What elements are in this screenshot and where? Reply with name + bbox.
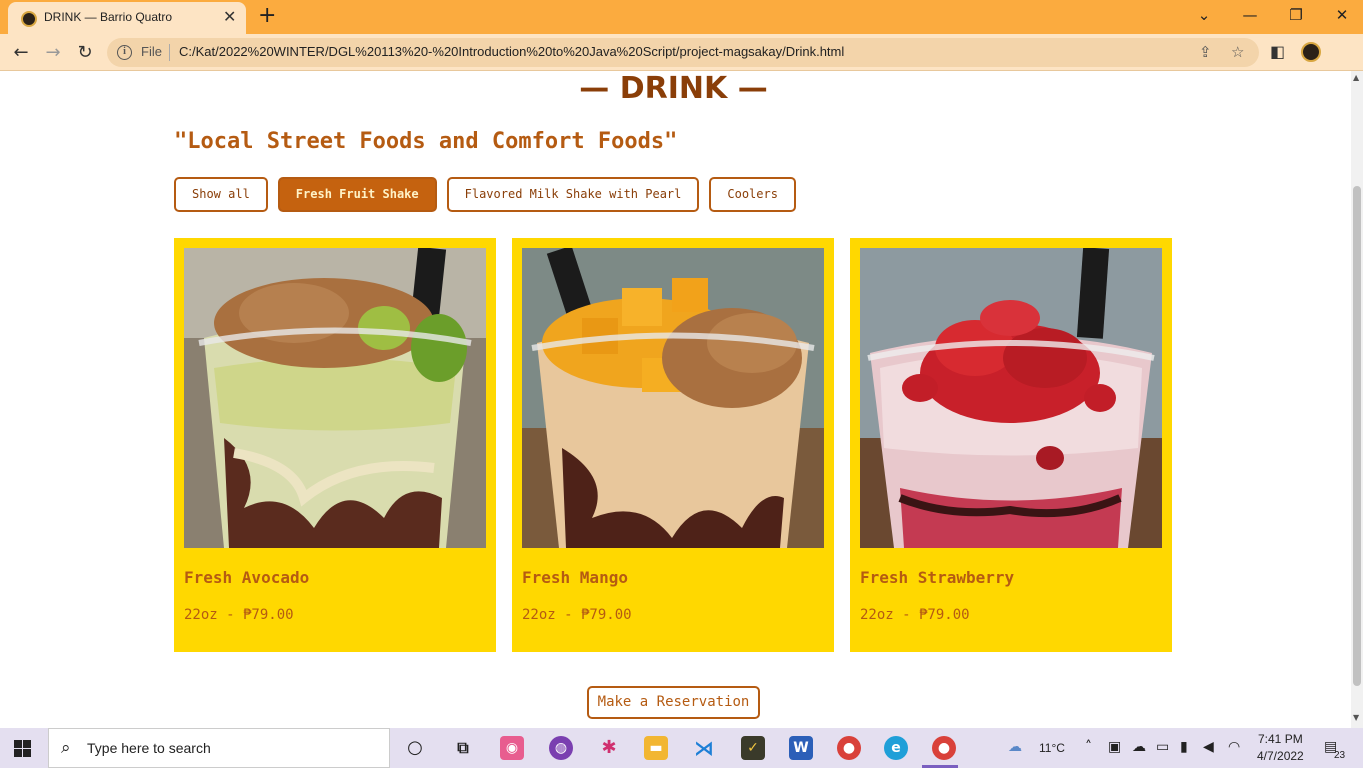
wifi-icon[interactable]: ◠ <box>1228 739 1240 755</box>
filter-fresh-fruit-shake-button[interactable]: Fresh Fruit Shake <box>277 177 437 212</box>
reload-icon[interactable]: ↻ <box>72 40 98 66</box>
weather-temperature[interactable]: 11°C <box>1039 741 1065 755</box>
todo-app-icon[interactable]: ✓ <box>741 736 765 760</box>
scroll-down-icon[interactable]: ▼ <box>1353 713 1359 722</box>
meet-icon[interactable]: ▣ <box>1108 739 1121 755</box>
minimize-button[interactable]: — <box>1230 4 1270 28</box>
file-label: File <box>141 44 162 59</box>
product-price: 22oz - ₱79.00 <box>184 607 294 623</box>
task-view-icon[interactable]: ⧉ <box>451 736 475 760</box>
vscode-icon[interactable]: ⋊ <box>692 736 716 760</box>
tab-title: DRINK — Barrio Quatro <box>44 10 173 24</box>
tab-strip: DRINK — Barrio Quatro ✕ + ⌄ — ❐ ✕ <box>0 0 1363 34</box>
search-icon: ⌕ <box>61 738 71 758</box>
filter-flavored-milk-shake-button[interactable]: Flavored Milk Shake with Pearl <box>446 177 700 212</box>
clock-date[interactable]: 4/7/2022 <box>1257 749 1304 763</box>
github-desktop-icon[interactable]: ◍ <box>549 736 573 760</box>
make-reservation-button[interactable]: Make a Reservation <box>587 686 760 719</box>
notification-count: 23 <box>1334 750 1346 761</box>
address-bar[interactable]: i File C:/Kat/2022%20WINTER/DGL%20113%20… <box>107 38 1259 67</box>
scroll-thumb[interactable] <box>1353 186 1361 686</box>
word-icon[interactable]: W <box>789 736 813 760</box>
product-name: Fresh Avocado <box>184 568 310 587</box>
product-card[interactable]: Fresh Mango 22oz - ₱79.00 <box>512 238 834 652</box>
mango-shake-image <box>522 248 824 548</box>
product-name: Fresh Mango <box>522 568 628 587</box>
display-icon[interactable]: ▭ <box>1156 739 1169 755</box>
tagline: "Local Street Foods and Comfort Foods" <box>174 129 678 154</box>
volume-icon[interactable]: ◀ <box>1203 739 1214 755</box>
product-grid: Fresh Avocado 22oz - ₱79.00 Fresh Mango … <box>174 238 1172 652</box>
browser-tab[interactable]: DRINK — Barrio Quatro ✕ <box>8 2 246 34</box>
photos-app-icon[interactable]: ◉ <box>500 736 524 760</box>
star-icon[interactable]: ☆ <box>1231 43 1244 61</box>
url-text[interactable]: C:/Kat/2022%20WINTER/DGL%20113%20-%20Int… <box>179 44 844 59</box>
windows-taskbar: ⌕ Type here to search ○ ⧉ ◉ ◍ ✱ ▬ ⋊ ✓ W … <box>0 728 1363 768</box>
product-price: 22oz - ₱79.00 <box>522 607 632 623</box>
page-title: — DRINK — <box>579 71 768 106</box>
filter-bar: Show all Fresh Fruit Shake Flavored Milk… <box>174 177 796 212</box>
chrome-active-icon[interactable]: ● <box>932 736 956 760</box>
taskbar-search-input[interactable]: ⌕ Type here to search <box>48 728 390 768</box>
forward-icon[interactable]: → <box>40 40 66 66</box>
onedrive-icon[interactable]: ☁ <box>1132 739 1146 755</box>
new-tab-button[interactable]: + <box>258 4 276 28</box>
page-scrollbar[interactable]: ▲ ▼ <box>1351 71 1363 728</box>
filter-show-all-button[interactable]: Show all <box>174 177 268 212</box>
close-window-button[interactable]: ✕ <box>1322 4 1362 28</box>
slack-icon[interactable]: ✱ <box>597 736 621 760</box>
chevron-up-icon[interactable]: ˄ <box>1085 739 1092 755</box>
windows-start-icon[interactable] <box>14 740 31 757</box>
browser-toolbar: ← → ↻ i File C:/Kat/2022%20WINTER/DGL%20… <box>0 34 1363 71</box>
scroll-up-icon[interactable]: ▲ <box>1353 73 1359 82</box>
clock-time[interactable]: 7:41 PM <box>1258 732 1303 746</box>
weather-cloud-icon[interactable]: ☁ <box>1008 739 1022 755</box>
share-icon[interactable]: ⇪ <box>1199 43 1212 61</box>
side-panel-icon[interactable]: ◧ <box>1270 42 1285 62</box>
profile-avatar[interactable] <box>1301 42 1321 62</box>
back-icon[interactable]: ← <box>8 40 34 66</box>
product-card[interactable]: Fresh Strawberry 22oz - ₱79.00 <box>850 238 1172 652</box>
avocado-shake-image <box>184 248 486 548</box>
chrome-icon[interactable]: ● <box>837 736 861 760</box>
page-viewport: — DRINK — "Local Street Foods and Comfor… <box>0 71 1351 728</box>
battery-icon[interactable]: ▮ <box>1180 739 1188 755</box>
filter-coolers-button[interactable]: Coolers <box>709 177 796 212</box>
site-favicon-icon <box>21 11 37 27</box>
close-tab-icon[interactable]: ✕ <box>223 8 236 26</box>
edge-icon[interactable]: e <box>884 736 908 760</box>
product-name: Fresh Strawberry <box>860 568 1015 587</box>
info-icon[interactable]: i <box>117 45 132 60</box>
restore-button[interactable]: ❐ <box>1276 4 1316 28</box>
divider <box>169 44 170 61</box>
search-placeholder: Type here to search <box>87 740 211 756</box>
file-explorer-icon[interactable]: ▬ <box>644 736 668 760</box>
product-price: 22oz - ₱79.00 <box>860 607 970 623</box>
cortana-icon[interactable]: ○ <box>403 736 427 760</box>
tab-search-icon[interactable]: ⌄ <box>1184 4 1224 28</box>
product-card[interactable]: Fresh Avocado 22oz - ₱79.00 <box>174 238 496 652</box>
strawberry-shake-image <box>860 248 1162 548</box>
